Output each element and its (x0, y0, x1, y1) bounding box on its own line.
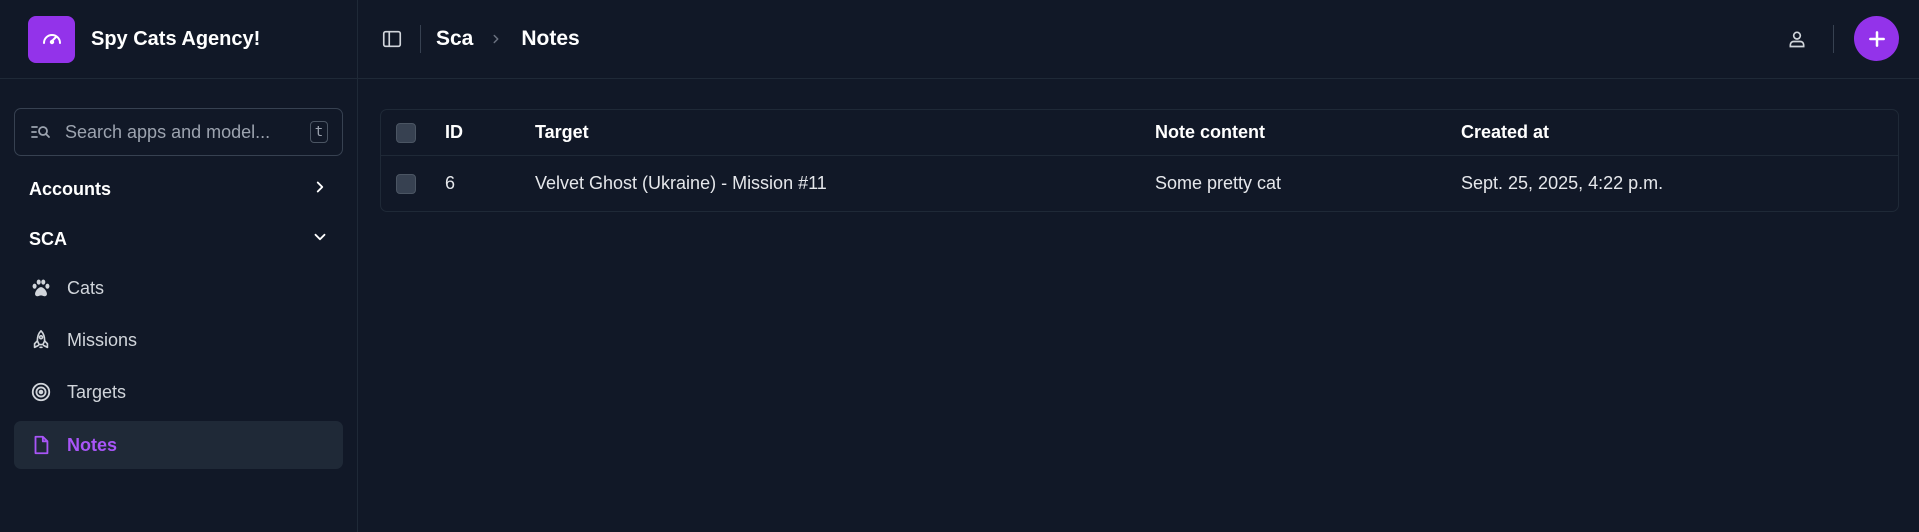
table-row[interactable]: 6 Velvet Ghost (Ukraine) - Mission #11 S… (381, 156, 1898, 211)
sidebar-toggle-icon[interactable] (380, 27, 404, 51)
divider (1833, 24, 1834, 53)
notes-table: ID Target Note content Created at 6 Velv… (380, 109, 1899, 212)
sidebar-item-missions[interactable]: Missions (14, 316, 343, 364)
column-header-note-content[interactable]: Note content (1155, 122, 1265, 143)
target-icon (30, 381, 52, 403)
cell-created-at: Sept. 25, 2025, 4:22 p.m. (1461, 173, 1664, 193)
add-button[interactable] (1854, 16, 1899, 61)
brand-name: Spy Cats Agency! (91, 27, 261, 50)
sidebar-item-label: Notes (67, 434, 118, 455)
breadcrumb-current: Notes (521, 27, 580, 50)
brand-header[interactable]: Spy Cats Agency! (0, 0, 357, 79)
cell-note-content: Some pretty cat (1155, 173, 1282, 193)
sidebar-item-label: Cats (67, 277, 105, 298)
cell-id[interactable]: 6 (445, 173, 455, 194)
search-icon (31, 122, 51, 142)
sidebar-group-label: Accounts (29, 178, 112, 199)
paw-icon (30, 277, 52, 299)
sidebar-item-targets[interactable]: Targets (14, 368, 343, 416)
sidebar-item-cats[interactable]: Cats (14, 264, 343, 312)
file-icon (30, 434, 52, 456)
user-icon[interactable] (1783, 25, 1811, 53)
column-header-created-at[interactable]: Created at (1461, 122, 1549, 143)
sidebar: Spy Cats Agency! Search apps and model..… (0, 0, 358, 532)
row-checkbox[interactable] (396, 173, 416, 194)
divider (420, 25, 421, 53)
sidebar-item-label: Missions (67, 329, 138, 350)
table-header-row: ID Target Note content Created at (381, 110, 1898, 156)
breadcrumb-parent[interactable]: Sca (436, 27, 473, 51)
top-bar: Sca Notes (358, 0, 1919, 79)
plus-icon (1868, 30, 1885, 47)
search-input[interactable]: Search apps and model... t (14, 108, 343, 156)
rocket-icon (30, 329, 52, 351)
chevron-right-icon (489, 32, 505, 46)
top-actions (1783, 16, 1899, 61)
sidebar-group-label: SCA (29, 228, 68, 249)
cell-target: Velvet Ghost (Ukraine) - Mission #11 (535, 173, 827, 193)
sidebar-item-label: Targets (67, 381, 127, 402)
chevron-right-icon (311, 178, 329, 201)
select-all-checkbox[interactable] (396, 122, 416, 143)
column-header-id[interactable]: ID (445, 122, 463, 143)
column-header-target[interactable]: Target (535, 122, 589, 143)
chevron-down-icon (311, 228, 329, 251)
search-shortcut-key: t (310, 121, 328, 143)
sidebar-item-notes[interactable]: Notes (14, 421, 343, 469)
gauge-icon (28, 15, 75, 63)
sidebar-group-accounts[interactable]: Accounts (29, 174, 329, 204)
search-placeholder: Search apps and model... (65, 121, 271, 142)
sidebar-group-sca[interactable]: SCA (29, 224, 329, 254)
